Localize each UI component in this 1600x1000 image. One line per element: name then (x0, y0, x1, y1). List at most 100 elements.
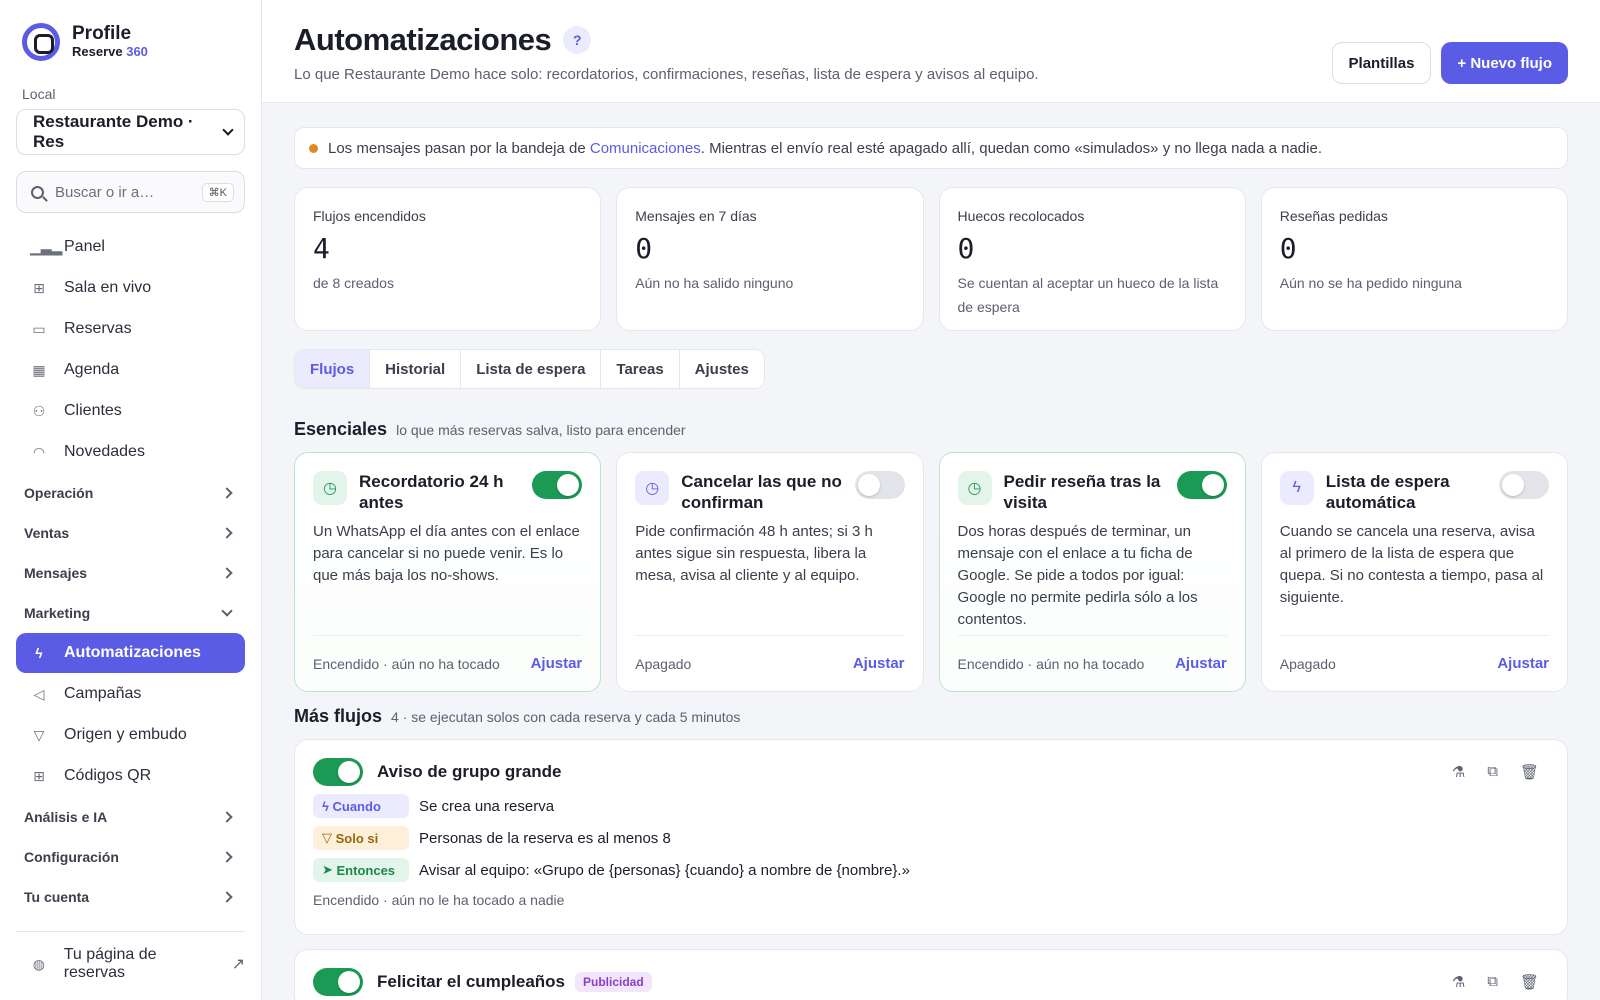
clock-icon: ◷ (313, 471, 347, 505)
search-shortcut: ⌘K (201, 182, 234, 202)
sidebar-group-mensajes[interactable]: Mensajes (16, 553, 245, 593)
sidebar-group-marketing[interactable]: Marketing (16, 593, 245, 633)
duplicate-icon[interactable]: ⧉ (1487, 973, 1498, 991)
bell-icon: ◠ (32, 443, 46, 460)
advertising-badge: Publicidad (575, 972, 652, 992)
sidebar-group-configuracion[interactable]: Configuración (16, 837, 245, 877)
flow-rule-when: ϟ Cuando Se crea una reserva (313, 794, 1549, 818)
essential-desc: Un WhatsApp el día antes con el enlace p… (313, 523, 580, 584)
if-chip: ▽ Solo si (313, 826, 409, 850)
sidebar-group-operacion[interactable]: Operación (16, 473, 245, 513)
stat-card: Mensajes en 7 días 0 Aún no ha salido ni… (616, 187, 924, 331)
stat-card: Flujos encendidos 4 de 8 creados (294, 187, 602, 331)
essential-status: Encendido · aún no ha tocado (957, 655, 1145, 672)
sidebar-group-ventas[interactable]: Ventas (16, 513, 245, 553)
flow-status: Encendido · aún no le ha tocado a nadie (313, 892, 565, 908)
local-select[interactable]: Restaurante Demo · Res (16, 109, 245, 155)
funnel-icon: ▽ (322, 830, 336, 845)
local-select-value: Restaurante Demo · Res (33, 112, 194, 151)
tab-tareas[interactable]: Tareas (601, 350, 680, 388)
adjust-link[interactable]: Ajustar (853, 655, 905, 672)
stat-label: Mensajes en 7 días (635, 208, 757, 224)
globe-icon: ◍ (32, 955, 45, 972)
essential-toggle[interactable] (854, 471, 905, 499)
tab-flujos[interactable]: Flujos (295, 350, 371, 388)
warning-dot-icon (309, 143, 318, 153)
essential-status: Apagado (635, 655, 692, 672)
chevron-down-icon (222, 124, 234, 136)
tab-ajustes[interactable]: Ajustes (680, 350, 764, 388)
essential-card-recordatorio: ◷ Recordatorio 24 h antes Un WhatsApp el… (294, 452, 602, 692)
sidebar-item-reservas[interactable]: ▭ Reservas (16, 309, 245, 349)
communications-link[interactable]: Comunicaciones (590, 140, 701, 157)
more-flows-heading: Más flujos 4 · se ejecutan solos con cad… (294, 706, 741, 726)
flow-card-grupo-grande: Aviso de grupo grande ⚗ ⧉ 🗑 ϟ Cuando Se … (294, 739, 1568, 935)
test-flask-icon[interactable]: ⚗ (1452, 763, 1465, 781)
chevron-down-icon (221, 605, 233, 617)
sidebar-item-clientes[interactable]: ⚇ Clientes (16, 391, 245, 431)
flow-rule-if: ▽ Solo si Personas de la reserva es al m… (313, 826, 1549, 850)
flow-toggle[interactable] (313, 968, 363, 996)
essential-toggle[interactable] (532, 471, 583, 499)
when-chip: ϟ Cuando (313, 794, 409, 818)
templates-button[interactable]: Plantillas (1331, 42, 1432, 84)
then-chip: ➤ Entonces (313, 858, 409, 882)
clock-icon: ◷ (635, 471, 670, 505)
essential-toggle[interactable] (1176, 471, 1227, 499)
stat-value: 0 (635, 232, 653, 265)
sidebar-item-qr[interactable]: ⊞ Códigos QR (16, 756, 245, 796)
sidebar-item-agenda[interactable]: ▦ Agenda (16, 350, 245, 390)
main-nav: ▁▃▂ Panel ⊞ Sala en vivo ▭ Reservas ▦ Agenda… (16, 227, 245, 984)
flow-toggle[interactable] (313, 758, 363, 786)
funnel-icon: ▽ (33, 726, 45, 743)
stat-value: 4 (313, 232, 330, 265)
search-icon (31, 185, 44, 199)
flow-title: Felicitar el cumpleaños (377, 972, 566, 991)
tab-historial[interactable]: Historial (370, 350, 462, 388)
chevron-right-icon (221, 851, 233, 863)
sidebar-item-sala[interactable]: ⊞ Sala en vivo (16, 268, 245, 308)
notice-banner: Los mensajes pasan por la bandeja de Com… (294, 127, 1568, 169)
grid-icon: ⊞ (33, 279, 45, 296)
tab-lista-espera[interactable]: Lista de espera (461, 350, 602, 388)
essential-status: Encendido · aún no ha tocado (313, 655, 500, 672)
sidebar-item-panel[interactable]: ▁▃▂ Panel (16, 227, 245, 267)
brand[interactable]: Profile Reserve 360 (16, 0, 245, 84)
adjust-link[interactable]: Ajustar (531, 655, 583, 672)
sidebar-item-novedades[interactable]: ◠ Novedades (16, 432, 245, 472)
sidebar-item-origen[interactable]: ▽ Origen y embudo (16, 715, 245, 755)
stat-label: Reseñas pedidas (1279, 208, 1388, 224)
flow-card-cumpleanos: Felicitar el cumpleaños Publicidad ⚗ ⧉ 🗑 (294, 949, 1568, 1000)
test-flask-icon[interactable]: ⚗ (1452, 973, 1465, 991)
new-flow-button[interactable]: + Nuevo flujo (1441, 42, 1568, 84)
stat-card: Reseñas pedidas 0 Aún no se ha pedido ni… (1260, 187, 1568, 331)
adjust-link[interactable]: Ajustar (1497, 655, 1549, 672)
essential-toggle[interactable] (1499, 471, 1549, 499)
chevron-right-icon (221, 487, 233, 499)
stat-label: Flujos encendidos (313, 208, 426, 224)
essential-card-lista-espera: ϟ Lista de espera automática Cuando se c… (1260, 452, 1568, 692)
bolt-icon: ϟ (35, 645, 43, 661)
search-input[interactable]: Buscar o ir a… ⌘K (16, 171, 245, 213)
trash-icon[interactable]: 🗑 (1520, 973, 1539, 991)
stat-note: Aún no se ha pedido ninguna (1279, 275, 1462, 291)
duplicate-icon[interactable]: ⧉ (1487, 763, 1498, 781)
essential-title: Pedir reseña tras la visita (1003, 472, 1161, 512)
stat-note: de 8 creados (313, 275, 394, 291)
stat-value: 0 (957, 232, 975, 265)
sidebar-group-cuenta[interactable]: Tu cuenta (16, 877, 245, 917)
essential-title: Cancelar las que no confirman (681, 472, 842, 512)
sidebar-group-analisis[interactable]: Análisis e IA (16, 797, 245, 837)
clock-icon: ◷ (957, 471, 992, 505)
help-icon[interactable]: ? (563, 26, 592, 54)
qr-icon: ⊞ (33, 767, 45, 784)
page-title: Automatizaciones (294, 22, 552, 57)
sidebar-item-booking-page[interactable]: ◍ Tu página de reservas ↗ (16, 944, 245, 984)
sidebar-item-automatizaciones[interactable]: ϟ Automatizaciones (16, 633, 245, 673)
stat-label: Huecos recolocados (957, 208, 1085, 224)
stat-note: Aún no ha salido ninguno (635, 275, 794, 291)
adjust-link[interactable]: Ajustar (1175, 655, 1227, 672)
sidebar-item-campanas[interactable]: ◁ Campañas (16, 674, 245, 714)
trash-icon[interactable]: 🗑 (1520, 763, 1539, 781)
chevron-right-icon (221, 527, 233, 539)
